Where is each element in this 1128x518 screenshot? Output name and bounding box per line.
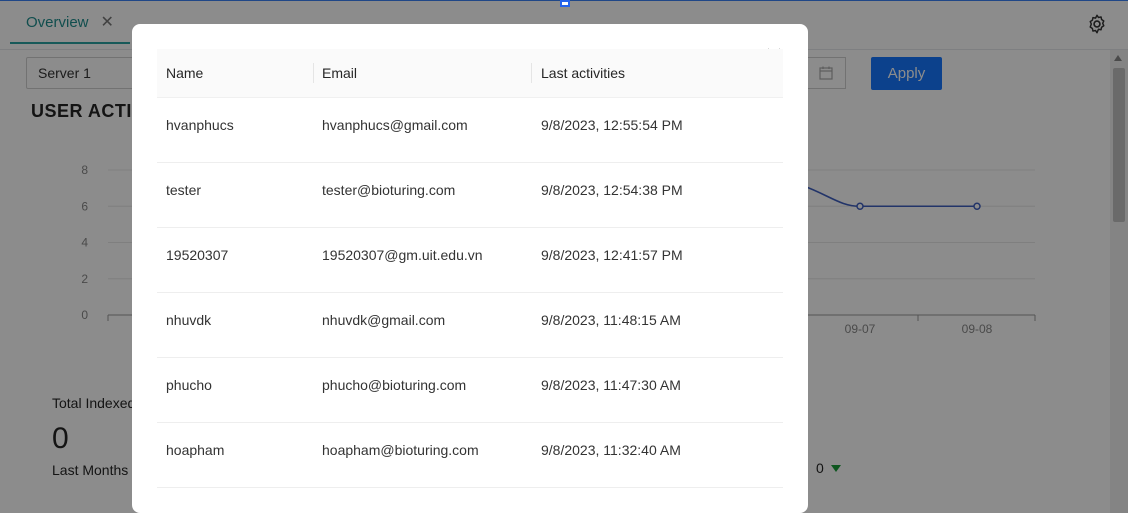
column-header-last-activities[interactable]: Last activities bbox=[541, 49, 625, 97]
last-activity-time: 9/8/2023, 11:32:40 AM bbox=[541, 442, 681, 458]
table-row[interactable]: hvanphucs hvanphucs@gmail.com 9/8/2023, … bbox=[157, 98, 783, 163]
table-row[interactable]: hoapham hoapham@bioturing.com 9/8/2023, … bbox=[157, 423, 783, 488]
table-row[interactable]: 19520307 19520307@gm.uit.edu.vn 9/8/2023… bbox=[157, 228, 783, 293]
user-name: hvanphucs bbox=[166, 117, 234, 133]
user-email: nhuvdk@gmail.com bbox=[322, 312, 446, 328]
table-row[interactable]: phucho phucho@bioturing.com 9/8/2023, 11… bbox=[157, 358, 783, 423]
last-activity-time: 9/8/2023, 12:41:57 PM bbox=[541, 247, 683, 263]
last-activity-time: 9/8/2023, 11:48:15 AM bbox=[541, 312, 681, 328]
user-email: 19520307@gm.uit.edu.vn bbox=[322, 247, 483, 263]
user-name: nhuvdk bbox=[166, 312, 212, 328]
table-row[interactable]: tester tester@bioturing.com 9/8/2023, 12… bbox=[157, 163, 783, 228]
column-header-email[interactable]: Email bbox=[322, 49, 357, 97]
table-row[interactable]: nhuvdk nhuvdk@gmail.com 9/8/2023, 11:48:… bbox=[157, 293, 783, 358]
user-name: tester bbox=[166, 182, 202, 198]
column-divider bbox=[531, 63, 532, 83]
user-email: hoapham@bioturing.com bbox=[322, 442, 479, 458]
column-header-name[interactable]: Name bbox=[166, 49, 203, 97]
last-activity-time: 9/8/2023, 11:47:30 AM bbox=[541, 377, 681, 393]
user-email: phucho@bioturing.com bbox=[322, 377, 467, 393]
user-email: hvanphucs@gmail.com bbox=[322, 117, 468, 133]
user-name: 19520307 bbox=[166, 247, 229, 263]
column-divider bbox=[313, 63, 314, 83]
user-email: tester@bioturing.com bbox=[322, 182, 456, 198]
last-activity-time: 9/8/2023, 12:54:38 PM bbox=[541, 182, 683, 198]
users-table: Name Email Last activities hvanphucs hva… bbox=[157, 49, 783, 488]
user-activities-modal: Name Email Last activities hvanphucs hva… bbox=[132, 24, 808, 513]
selection-handle bbox=[560, 0, 570, 7]
table-header: Name Email Last activities bbox=[157, 49, 783, 98]
user-name: phucho bbox=[166, 377, 212, 393]
user-name: hoapham bbox=[166, 442, 225, 458]
last-activity-time: 9/8/2023, 12:55:54 PM bbox=[541, 117, 683, 133]
